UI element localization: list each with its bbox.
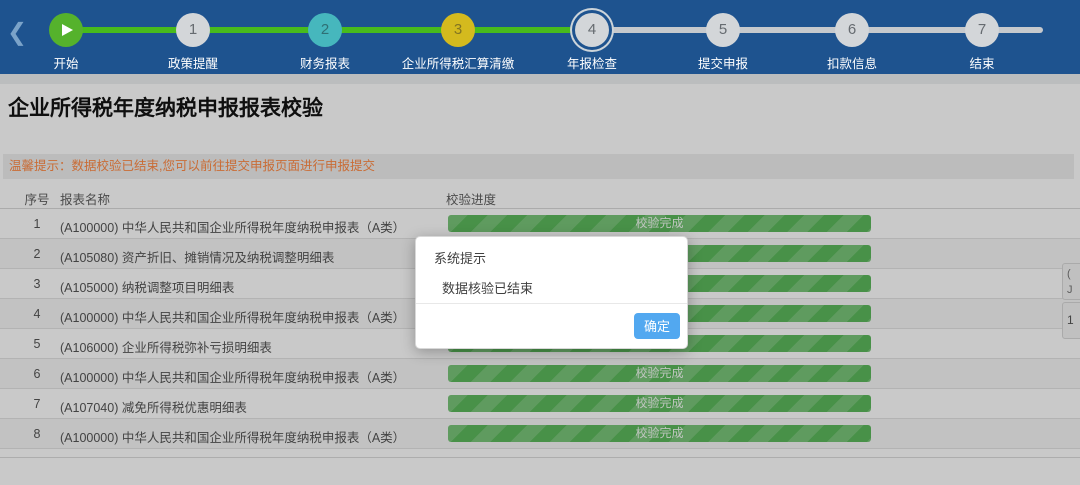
step-label-5: 提交申报 — [698, 53, 748, 72]
step-label-4: 年报检查 — [567, 53, 617, 72]
step-circle-2[interactable]: 2 — [308, 13, 342, 47]
back-chevron-icon[interactable]: ❮ — [7, 18, 27, 48]
dialog-divider — [416, 303, 687, 304]
step-start-circle[interactable] — [49, 13, 83, 47]
stepper-header: ❮ 开始 1 政策提醒 2 财务报表 3 企业所得税汇算清缴 4 年报检查 5 提交申报 6 扣款信息 7… — [0, 0, 1080, 74]
dialog-title: 系统提示 — [434, 248, 486, 267]
step-label-7: 结束 — [969, 53, 994, 72]
step-circle-6[interactable]: 6 — [835, 13, 869, 47]
ok-button[interactable]: 确定 — [634, 313, 680, 339]
step-label-2: 财务报表 — [300, 53, 350, 72]
step-circle-3[interactable]: 3 — [441, 13, 475, 47]
play-icon — [62, 24, 73, 36]
dialog-message: 数据核验已结束 — [442, 278, 533, 297]
app-window: ❮ 开始 1 政策提醒 2 财务报表 3 企业所得税汇算清缴 4 年报检查 5 提交申报 6 扣款信息 7… — [0, 0, 1080, 485]
step-circle-5[interactable]: 5 — [706, 13, 740, 47]
step-label-3: 企业所得税汇算清缴 — [402, 53, 515, 72]
step-circle-1[interactable]: 1 — [176, 13, 210, 47]
step-label-1: 政策提醒 — [168, 53, 218, 72]
step-circle-7[interactable]: 7 — [965, 13, 999, 47]
system-prompt-dialog: 系统提示 数据核验已结束 确定 — [415, 236, 688, 349]
step-circle-4[interactable]: 4 — [575, 13, 609, 47]
step-label-6: 扣款信息 — [827, 53, 877, 72]
step-label-start: 开始 — [53, 53, 78, 72]
